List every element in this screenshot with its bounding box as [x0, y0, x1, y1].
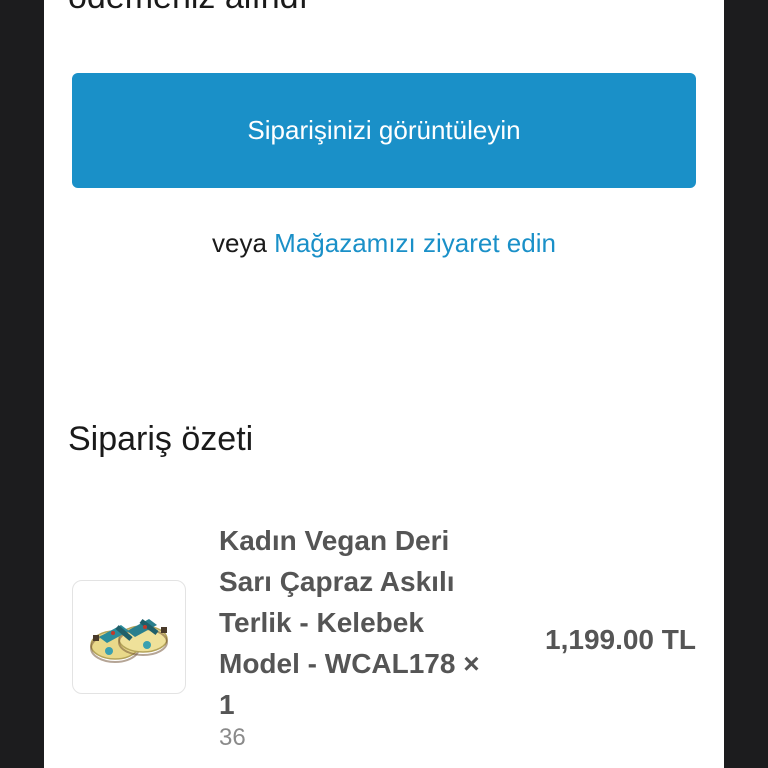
screen-frame: ödemeniz alındı Siparişinizi görüntüleyi…	[0, 0, 768, 768]
product-thumbnail[interactable]	[72, 580, 186, 694]
product-variant: 36	[219, 724, 246, 751]
product-price: 1,199.00 TL	[545, 624, 696, 655]
product-name: Kadın Vegan Deri Sarı Çapraz Askılı Terl…	[219, 520, 489, 725]
visit-store-link[interactable]: Mağazamızı ziyaret edin	[274, 228, 556, 258]
store-link-row: veya Mağazamızı ziyaret edin	[44, 228, 724, 259]
or-text: veya	[212, 228, 267, 258]
page-heading: ödemeniz alındı	[68, 0, 308, 17]
order-summary-title: Sipariş özeti	[68, 420, 254, 458]
sandal-product-image	[90, 619, 168, 663]
product-title: Kadın Vegan Deri Sarı Çapraz Askılı Terl…	[219, 525, 456, 679]
view-order-button[interactable]: Siparişinizi görüntüleyin	[72, 73, 696, 188]
order-confirmation-panel: ödemeniz alındı Siparişinizi görüntüleyi…	[44, 0, 724, 768]
